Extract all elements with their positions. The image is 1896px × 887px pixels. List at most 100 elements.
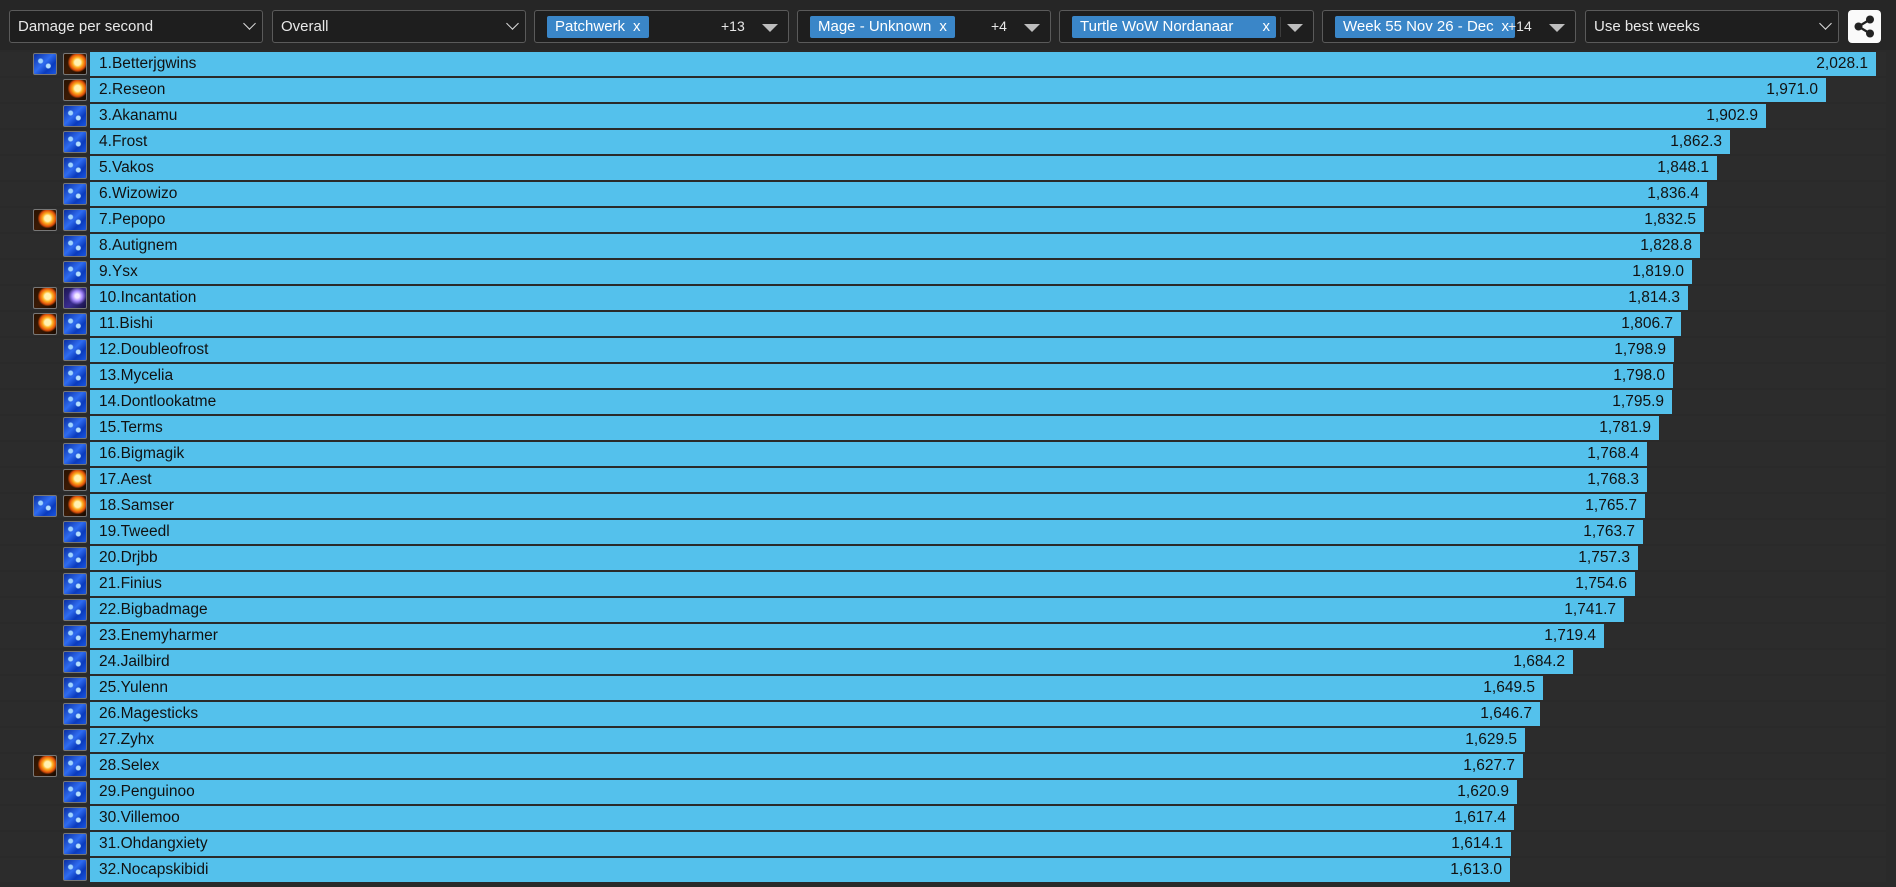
dps-value: 1,819.0 xyxy=(1632,263,1684,280)
dps-value: 1,828.8 xyxy=(1640,237,1692,254)
chip-remove-button[interactable]: x xyxy=(633,18,641,35)
player-name[interactable]: 8.Autignem xyxy=(99,233,177,259)
player-name[interactable]: 6.Wizowizo xyxy=(99,181,177,207)
player-name[interactable]: 23.Enemyharmer xyxy=(99,623,218,649)
player-name[interactable]: 17.Aest xyxy=(99,467,152,493)
table-row[interactable]: 17.Aest 1,768.3 xyxy=(0,467,1896,493)
table-row[interactable]: 30.Villemoo 1,617.4 xyxy=(0,805,1896,831)
table-row[interactable]: 16.Bigmagik 1,768.4 xyxy=(0,441,1896,467)
chip-remove-button[interactable]: x xyxy=(1263,16,1271,38)
table-row[interactable]: 9.Ysx 1,819.0 xyxy=(0,259,1896,285)
table-row[interactable]: 25.Yulenn 1,649.5 xyxy=(0,675,1896,701)
table-row[interactable]: 19.Tweedl 1,763.7 xyxy=(0,519,1896,545)
week-chip[interactable]: Week 55 Nov 26 - Dec x xyxy=(1335,16,1515,38)
rankings-list: 1.Betterjgwins 2,028.1 2.Reseon 1,971.0 3.Ak… xyxy=(0,50,1896,887)
player-name-text: Nocapskibidi xyxy=(120,861,209,878)
period-select[interactable]: Overall xyxy=(272,10,526,43)
dropdown-arrow-icon[interactable] xyxy=(1549,24,1565,32)
player-name[interactable]: 18.Samser xyxy=(99,493,174,519)
player-name[interactable]: 21.Finius xyxy=(99,571,162,597)
player-name[interactable]: 13.Mycelia xyxy=(99,363,173,389)
player-name[interactable]: 24.Jailbird xyxy=(99,649,170,675)
player-name[interactable]: 16.Bigmagik xyxy=(99,441,184,467)
player-name[interactable]: 9.Ysx xyxy=(99,259,138,285)
spec-multiselect[interactable]: Mage - Unknown x +4 xyxy=(797,10,1051,43)
dps-bar xyxy=(90,494,1645,518)
table-row[interactable]: 8.Autignem 1,828.8 xyxy=(0,233,1896,259)
dropdown-arrow-icon[interactable] xyxy=(1287,24,1303,32)
player-name[interactable]: 10.Incantation xyxy=(99,285,196,311)
fire-spec-icon xyxy=(63,53,87,75)
player-name[interactable]: 11.Bishi xyxy=(99,311,153,337)
table-row[interactable]: 13.Mycelia 1,798.0 xyxy=(0,363,1896,389)
player-name[interactable]: 28.Selex xyxy=(99,753,159,779)
player-name[interactable]: 5.Vakos xyxy=(99,155,154,181)
dropdown-arrow-icon[interactable] xyxy=(1024,24,1040,32)
table-row[interactable]: 28.Selex 1,627.7 xyxy=(0,753,1896,779)
table-row[interactable]: 10.Incantation 1,814.3 xyxy=(0,285,1896,311)
realm-multiselect[interactable]: Turtle WoW Nordanaar x xyxy=(1059,10,1314,43)
boss-multiselect[interactable]: Patchwerk x +13 xyxy=(534,10,789,43)
table-row[interactable]: 14.Dontlookatme 1,795.9 xyxy=(0,389,1896,415)
player-name[interactable]: 1.Betterjgwins xyxy=(99,51,196,77)
table-row[interactable]: 11.Bishi 1,806.7 xyxy=(0,311,1896,337)
player-name-text: Ohdangxiety xyxy=(120,835,208,852)
dps-value: 1,781.9 xyxy=(1599,419,1651,436)
table-row[interactable]: 12.Doubleofrost 1,798.9 xyxy=(0,337,1896,363)
player-name[interactable]: 32.Nocapskibidi xyxy=(99,857,208,883)
player-name[interactable]: 22.Bigbadmage xyxy=(99,597,208,623)
player-name[interactable]: 3.Akanamu xyxy=(99,103,177,129)
table-row[interactable]: 22.Bigbadmage 1,741.7 xyxy=(0,597,1896,623)
boss-chip[interactable]: Patchwerk x xyxy=(547,16,649,38)
player-rank: 32. xyxy=(99,861,121,878)
player-name[interactable]: 31.Ohdangxiety xyxy=(99,831,208,857)
table-row[interactable]: 15.Terms 1,781.9 xyxy=(0,415,1896,441)
player-name-text: Reseon xyxy=(111,81,166,98)
dps-bar xyxy=(90,624,1604,648)
player-name[interactable]: 29.Penguinoo xyxy=(99,779,195,805)
player-name[interactable]: 27.Zyhx xyxy=(99,727,154,753)
table-row[interactable]: 23.Enemyharmer 1,719.4 xyxy=(0,623,1896,649)
table-row[interactable]: 29.Penguinoo 1,620.9 xyxy=(0,779,1896,805)
player-name[interactable]: 26.Magesticks xyxy=(99,701,198,727)
frost-spec-icon xyxy=(63,807,87,829)
share-button[interactable] xyxy=(1848,10,1881,43)
table-row[interactable]: 3.Akanamu 1,902.9 xyxy=(0,103,1896,129)
table-row[interactable]: 5.Vakos 1,848.1 xyxy=(0,155,1896,181)
table-row[interactable]: 4.Frost 1,862.3 xyxy=(0,129,1896,155)
dropdown-arrow-icon[interactable] xyxy=(762,24,778,32)
frost-spec-icon xyxy=(63,677,87,699)
frost-spec-icon xyxy=(63,573,87,595)
table-row[interactable]: 31.Ohdangxiety 1,614.1 xyxy=(0,831,1896,857)
player-name[interactable]: 14.Dontlookatme xyxy=(99,389,216,415)
table-row[interactable]: 27.Zyhx 1,629.5 xyxy=(0,727,1896,753)
table-row[interactable]: 1.Betterjgwins 2,028.1 xyxy=(0,51,1896,77)
table-row[interactable]: 6.Wizowizo 1,836.4 xyxy=(0,181,1896,207)
player-name[interactable]: 30.Villemoo xyxy=(99,805,180,831)
table-row[interactable]: 32.Nocapskibidi 1,613.0 xyxy=(0,857,1896,883)
player-name[interactable]: 4.Frost xyxy=(99,129,147,155)
table-row[interactable]: 18.Samser 1,765.7 xyxy=(0,493,1896,519)
table-row[interactable]: 21.Finius 1,754.6 xyxy=(0,571,1896,597)
table-row[interactable]: 7.Pepopo 1,832.5 xyxy=(0,207,1896,233)
table-row[interactable]: 24.Jailbird 1,684.2 xyxy=(0,649,1896,675)
mode-select[interactable]: Use best weeks xyxy=(1585,10,1839,43)
player-name[interactable]: 7.Pepopo xyxy=(99,207,165,233)
player-name[interactable]: 2.Reseon xyxy=(99,77,165,103)
player-name[interactable]: 15.Terms xyxy=(99,415,163,441)
realm-chip[interactable]: Turtle WoW Nordanaar x xyxy=(1072,16,1276,38)
dps-value: 1,649.5 xyxy=(1483,679,1535,696)
player-name[interactable]: 12.Doubleofrost xyxy=(99,337,208,363)
chip-remove-button[interactable]: x xyxy=(939,18,947,35)
table-row[interactable]: 2.Reseon 1,971.0 xyxy=(0,77,1896,103)
player-name[interactable]: 19.Tweedl xyxy=(99,519,170,545)
metric-select[interactable]: Damage per second xyxy=(9,10,263,43)
week-multiselect[interactable]: Week 55 Nov 26 - Dec x +14 xyxy=(1322,10,1576,43)
player-name[interactable]: 25.Yulenn xyxy=(99,675,168,701)
spec-chip[interactable]: Mage - Unknown x xyxy=(810,16,955,38)
table-row[interactable]: 20.Drjbb 1,757.3 xyxy=(0,545,1896,571)
dps-value: 1,768.3 xyxy=(1587,471,1639,488)
dps-value: 1,795.9 xyxy=(1612,393,1664,410)
table-row[interactable]: 26.Magesticks 1,646.7 xyxy=(0,701,1896,727)
player-name[interactable]: 20.Drjbb xyxy=(99,545,158,571)
